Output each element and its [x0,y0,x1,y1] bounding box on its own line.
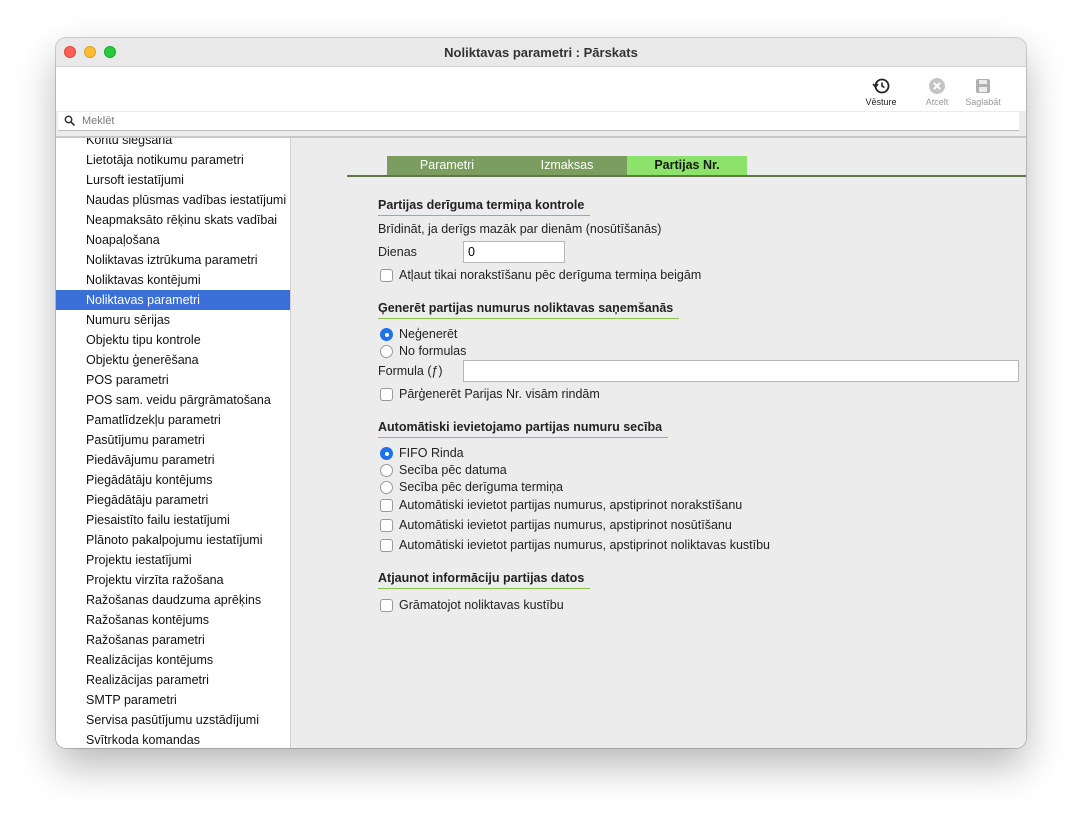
warn-label: Brīdināt, ja derīgs mazāk par dienām (no… [378,222,662,236]
sidebar-item[interactable]: Realizācijas kontējums [56,650,290,670]
sidebar-item[interactable]: Objektu tipu kontrole [56,330,290,350]
sidebar-item[interactable]: Ražošanas daudzuma aprēķins [56,590,290,610]
search-input[interactable] [82,113,982,129]
sidebar-item[interactable]: Ražošanas parametri [56,630,290,650]
sidebar-item[interactable]: POS sam. veidu pārgrāmatošana [56,390,290,410]
auto-writeoff-label: Automātiski ievietot partijas numurus, a… [399,498,743,512]
auto-move-checkbox[interactable] [380,539,393,552]
sidebar-item[interactable]: Pamatlīdzekļu parametri [56,410,290,430]
sidebar-item[interactable]: Ražošanas kontējums [56,610,290,630]
regenerate-checkbox[interactable] [380,388,393,401]
sidebar-item[interactable]: Projektu iestatījumi [56,550,290,570]
sidebar-item[interactable]: Objektu ģenerēšana [56,350,290,370]
cancel-icon [929,78,945,94]
sidebar-item-selected[interactable]: Noliktavas parametri [56,290,290,310]
regenerate-label: Pārģenerēt Parijas Nr. visām rindām [399,387,600,401]
sidebar-item[interactable]: Neapmaksāto rēķinu skats vadībai [56,210,290,230]
cancel-button[interactable]: Atcelt [912,77,962,107]
save-button[interactable]: Saglabāt [958,77,1008,107]
radio-no-generate[interactable] [380,328,393,341]
radio-by-date-label: Secība pēc datuma [399,463,507,477]
sidebar-item[interactable]: Servisa pasūtījumu uzstādījumi [56,710,290,730]
radio-fifo-label: FIFO Rinda [399,446,464,460]
sidebar-item[interactable]: Lursoft iestatījumi [56,170,290,190]
section-expiry-title: Partijas derīguma termiņa kontrole [378,198,591,216]
sidebar-item[interactable]: Realizācijas parametri [56,670,290,690]
formula-input[interactable] [463,360,1019,382]
formula-label: Formula (ƒ) [378,364,443,378]
sidebar-item[interactable]: POS parametri [56,370,290,390]
sidebar-item[interactable]: Piedāvājumu parametri [56,450,290,470]
radio-formula-label: No formulas [399,344,467,358]
sidebar-item[interactable]: Kontu slēgšana [56,138,290,150]
app-window: Noliktavas parametri : Pārskats Vēsture … [56,38,1026,748]
days-input[interactable] [463,241,565,263]
allow-writeoff-label: Atļaut tikai norakstīšanu pēc derīguma t… [399,268,702,282]
history-button[interactable]: Vēsture [856,77,906,107]
auto-writeoff-checkbox[interactable] [380,499,393,512]
sidebar-item[interactable]: Noapaļošana [56,230,290,250]
auto-send-label: Automātiski ievietot partijas numurus, a… [399,518,732,532]
sidebar-item[interactable]: Numuru sērijas [56,310,290,330]
radio-fifo[interactable] [380,447,393,460]
sidebar-item[interactable]: Svītrkoda komandas [56,730,290,748]
history-label: Vēsture [865,97,897,107]
sidebar-item[interactable]: Noliktavas iztrūkuma parametri [56,250,290,270]
days-label: Dienas [378,245,417,259]
sidebar-item[interactable]: Lietotāja notikumu parametri [56,150,290,170]
window-title: Noliktavas parametri : Pārskats [444,45,638,60]
tab-partijas-nr[interactable]: Partijas Nr. [627,156,747,175]
main-panel: Parametri Izmaksas Partijas Nr. Partijas… [306,138,1026,748]
radio-by-expiry[interactable] [380,481,393,494]
toolbar: Vēsture Atcelt Saglabāt [56,67,1026,111]
radio-formula[interactable] [380,345,393,358]
allow-writeoff-checkbox[interactable] [380,269,393,282]
auto-send-checkbox[interactable] [380,519,393,532]
search-icon [64,115,76,127]
title-bar: Noliktavas parametri : Pārskats [56,38,1026,67]
radio-no-generate-label: Neģenerēt [399,327,458,341]
sidebar-item[interactable]: Naudas plūsmas vadības iestatījumi [56,190,290,210]
posting-checkbox[interactable] [380,599,393,612]
save-label: Saglabāt [965,97,1001,107]
section-order-title: Automātiski ievietojamo partijas numuru … [378,420,669,438]
sidebar-item[interactable]: SMTP parametri [56,690,290,710]
section-update-title: Atjaunot informāciju partijas datos [378,571,591,589]
auto-move-label: Automātiski ievietot partijas numurus, a… [399,538,771,552]
search-bar [58,112,1019,131]
sidebar-item[interactable]: Noliktavas kontējumi [56,270,290,290]
tab-parametri[interactable]: Parametri [387,156,507,175]
tab-underline [347,175,1026,177]
tab-izmaksas[interactable]: Izmaksas [507,156,627,175]
section-generate-title: Ģenerēt partijas numurus noliktavas saņe… [378,301,680,319]
save-icon [976,79,990,93]
posting-label: Grāmatojot noliktavas kustību [399,598,564,612]
radio-by-expiry-label: Secība pēc derīguma termiņa [399,480,563,494]
sidebar-item[interactable]: Piegādātāju kontējums [56,470,290,490]
sidebar-item[interactable]: Piesaistīto failu iestatījumi [56,510,290,530]
cancel-label: Atcelt [925,97,949,107]
radio-by-date[interactable] [380,464,393,477]
history-icon [872,78,890,94]
sidebar-item[interactable]: Piegādātāju parametri [56,490,290,510]
sidebar-item[interactable]: Projektu virzīta ražošana [56,570,290,590]
sidebar-item[interactable]: Plānoto pakalpojumu iestatījumi [56,530,290,550]
sidebar: Kontu slēgšana Lietotāja notikumu parame… [56,138,291,748]
sidebar-item[interactable]: Pasūtījumu parametri [56,430,290,450]
